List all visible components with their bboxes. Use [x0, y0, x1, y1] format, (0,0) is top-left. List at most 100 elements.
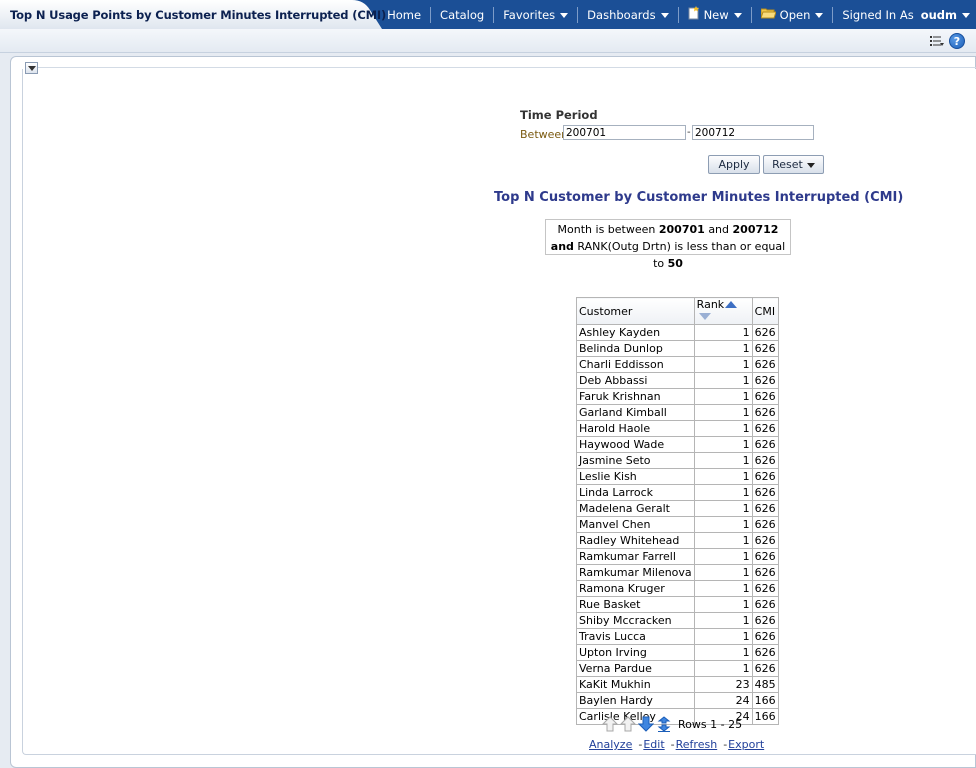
cell-rank: 1: [693, 356, 753, 373]
cell-rank: 1: [693, 628, 753, 645]
table-row: Harold Haole 1 626: [576, 420, 779, 437]
rows-range: Rows 1 - 25: [678, 717, 743, 731]
table-body: Ashley Kayden 1 626 Belinda Dunlop 1 626 Charl…: [576, 324, 779, 725]
user-name: oudm: [920, 7, 957, 22]
cell-cmi: 626: [751, 324, 779, 341]
cell-rank: 1: [693, 484, 753, 501]
cell-rank: 1: [693, 436, 753, 453]
table-row: Jasmine Seto 1 626: [576, 452, 779, 469]
page-up-icon[interactable]: [601, 716, 619, 732]
table-row: Charli Eddisson 1 626: [576, 356, 779, 373]
nav-open[interactable]: Open: [750, 6, 833, 23]
cell-rank: 24: [693, 692, 753, 709]
link-separator: -: [670, 738, 675, 751]
cell-cmi: 626: [751, 436, 779, 453]
filter-prefix: Month is between: [557, 223, 656, 236]
edit-link[interactable]: Edit: [643, 738, 664, 751]
nav-dashboards-label: Dashboards: [587, 7, 656, 22]
cell-customer: Leslie Kish: [576, 468, 695, 485]
cell-cmi: 626: [751, 548, 779, 565]
cell-cmi: 626: [751, 452, 779, 469]
global-nav: Home Catalog Favorites Dashboards New Op…: [378, 0, 976, 29]
page-up-icon[interactable]: [619, 716, 637, 732]
table-row: Madelena Geralt 1 626: [576, 500, 779, 517]
refresh-link[interactable]: Refresh: [676, 738, 718, 751]
nav-dashboards[interactable]: Dashboards: [577, 6, 677, 23]
period-from-input[interactable]: [563, 125, 686, 140]
period-to-input[interactable]: [692, 125, 814, 140]
cell-customer: Baylen Hardy: [576, 692, 695, 709]
table-row: Ramkumar Farrell 1 626: [576, 548, 779, 565]
table-row: Belinda Dunlop 1 626: [576, 340, 779, 357]
report-title: Top N Customer by Customer Minutes Inter…: [494, 190, 904, 205]
chevron-down-icon: [733, 13, 742, 18]
nav-signed-in[interactable]: Signed In As oudm: [832, 6, 976, 23]
nav-new-label: New: [703, 7, 729, 22]
cell-cmi: 166: [751, 708, 779, 725]
cell-rank: 1: [693, 340, 753, 357]
sort-asc-icon[interactable]: [725, 301, 738, 308]
col-header-cmi[interactable]: CMI: [751, 297, 779, 325]
cell-cmi: 626: [751, 564, 779, 581]
show-all-icon[interactable]: [656, 716, 672, 732]
table-row: Upton Irving 1 626: [576, 644, 779, 661]
cell-customer: Ramkumar Farrell: [576, 548, 695, 565]
time-period-label: Time Period: [520, 108, 598, 122]
col-header-customer[interactable]: Customer: [576, 297, 695, 325]
nav-new[interactable]: New: [677, 6, 751, 23]
collapse-icon[interactable]: [25, 62, 38, 74]
page-down-icon[interactable]: [637, 716, 655, 732]
cell-customer: Garland Kimball: [576, 404, 695, 421]
filter-line-2: and RANK(Outg Drtn) is less than or equa…: [546, 238, 790, 272]
cell-customer: Charli Eddisson: [576, 356, 695, 373]
cell-cmi: 485: [751, 676, 779, 693]
cell-customer: Upton Irving: [576, 644, 695, 661]
cell-cmi: 626: [751, 644, 779, 661]
cell-rank: 1: [693, 404, 753, 421]
cell-rank: 23: [693, 676, 753, 693]
cell-customer: Rue Basket: [576, 596, 695, 613]
table-row: Leslie Kish 1 626: [576, 468, 779, 485]
chevron-down-icon: [962, 13, 970, 18]
nav-catalog-label: Catalog: [440, 7, 485, 22]
filter-limit: 50: [667, 257, 683, 270]
cell-customer: Jasmine Seto: [576, 452, 695, 469]
apply-button[interactable]: Apply: [708, 155, 760, 174]
col-header-rank[interactable]: Rank: [693, 297, 753, 325]
cell-cmi: 626: [751, 468, 779, 485]
analyze-link[interactable]: Analyze: [589, 738, 632, 751]
top-bar: Top N Usage Points by Customer Minutes I…: [0, 0, 976, 29]
folder-icon: [759, 7, 777, 22]
report-links: Analyze -Edit -Refresh -Export: [589, 738, 764, 751]
reset-button[interactable]: Reset: [763, 155, 824, 174]
table-row: Ramkumar Milenova 1 626: [576, 564, 779, 581]
link-separator: -: [723, 738, 728, 751]
cell-customer: Belinda Dunlop: [576, 340, 695, 357]
link-separator: -: [638, 738, 643, 751]
sort-desc-icon[interactable]: [698, 313, 711, 320]
help-icon[interactable]: ?: [949, 33, 965, 49]
nav-catalog[interactable]: Catalog: [430, 6, 493, 23]
export-link[interactable]: Export: [728, 738, 764, 751]
cell-customer: Ramona Kruger: [576, 580, 695, 597]
nav-favorites-label: Favorites: [503, 7, 556, 22]
cell-rank: 1: [693, 452, 753, 469]
cell-customer: Radley Whitehead: [576, 532, 695, 549]
page-title: Top N Usage Points by Customer Minutes I…: [10, 8, 387, 22]
cell-rank: 1: [693, 660, 753, 677]
table-row: Baylen Hardy 24 166: [576, 692, 779, 709]
chevron-down-icon: [806, 163, 815, 168]
nav-favorites[interactable]: Favorites: [493, 6, 577, 23]
filter-from: 200701: [658, 223, 705, 236]
page-toolbar: ?: [0, 29, 976, 53]
cell-customer: Linda Larrock: [576, 484, 695, 501]
nav-home[interactable]: Home: [378, 7, 430, 23]
table-header-row: Customer Rank CMI: [576, 297, 779, 325]
cell-cmi: 626: [751, 500, 779, 517]
cell-rank: 1: [693, 324, 753, 341]
filter-and: and: [708, 223, 730, 236]
cell-rank: 1: [693, 596, 753, 613]
list-icon[interactable]: [930, 35, 944, 50]
section-divider: [38, 67, 976, 68]
table-row: Shiby Mccracken 1 626: [576, 612, 779, 629]
